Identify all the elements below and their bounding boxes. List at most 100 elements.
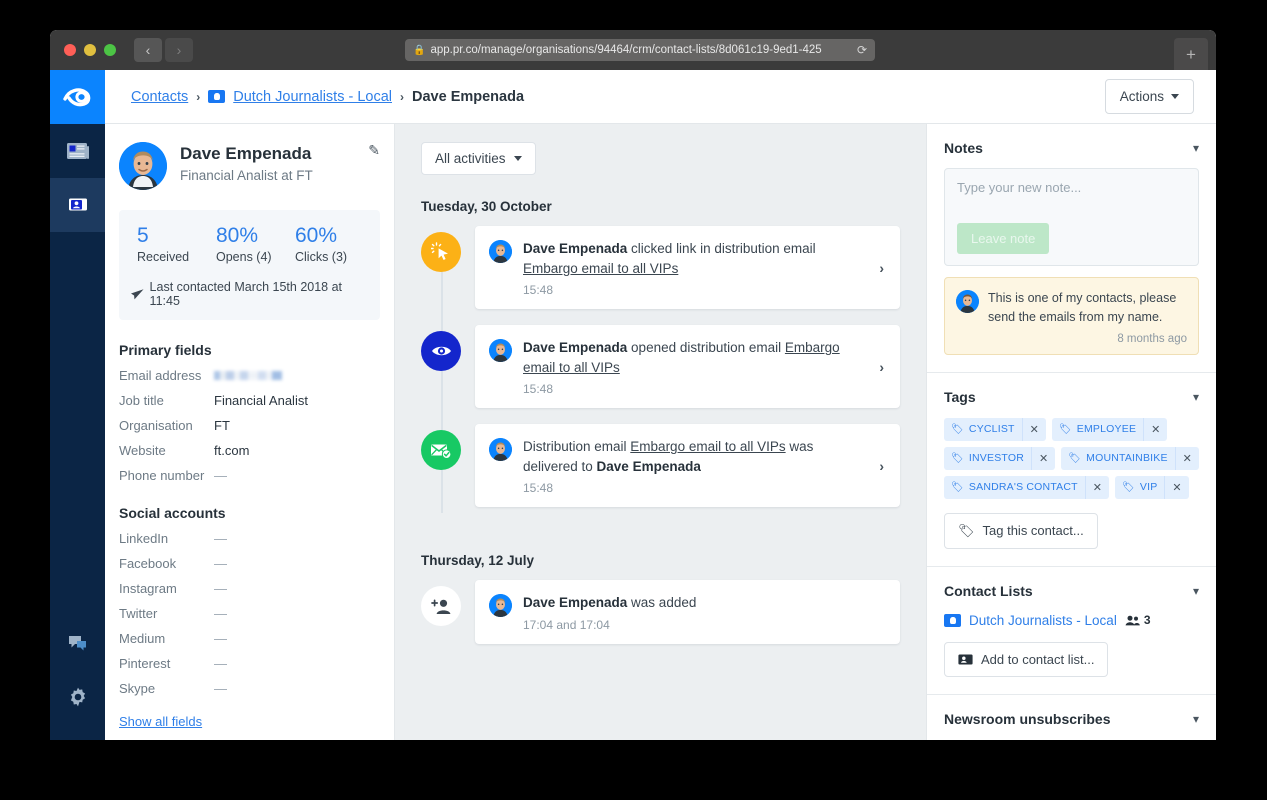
activity-body: Dave Empenada clicked link in distributi… [523,239,868,297]
notes-panel-header[interactable]: Notes ▾ [944,140,1199,156]
sidebar-item-newsroom[interactable] [50,124,105,178]
field-value: ft.com [214,443,249,458]
close-icon[interactable]: ✕ [1164,476,1188,499]
tag-chip[interactable]: 🏷CYCLIST ✕ [944,418,1046,441]
field-label: Skype [119,681,214,696]
tag-chip[interactable]: 🏷MOUNTAINBIKE ✕ [1061,447,1199,470]
click-cursor-icon [421,232,461,272]
activity-card[interactable]: Dave Empenada was added 17:04 and 17:04 [475,580,900,644]
close-icon[interactable]: ✕ [1175,447,1199,470]
breadcrumb-list-link[interactable]: Dutch Journalists - Local [233,89,392,105]
close-icon[interactable]: ✕ [1143,418,1167,441]
newspaper-icon [66,141,90,161]
chevron-down-icon[interactable]: ▾ [1193,390,1199,404]
field-website: Website ft.com [105,443,394,458]
last-contacted: Last contacted March 15th 2018 at 11:45 [131,280,368,308]
activity-card[interactable]: Dave Empenada opened distribution email … [475,325,900,408]
tag-chip[interactable]: 🏷 EMPLOYEE ✕ [1052,418,1168,441]
show-all-fields-link[interactable]: Show all fields [119,714,202,729]
pencil-icon[interactable]: ✎ [368,142,380,159]
tag-text: SANDRA'S CONTACT [969,481,1078,493]
maximize-window-button[interactable] [104,44,116,56]
field-label: LinkedIn [119,531,214,546]
note-compose-area[interactable]: Type your new note... Leave note [944,168,1199,266]
leave-note-button[interactable]: Leave note [957,223,1049,254]
contact-list-icon [944,614,961,627]
reload-icon[interactable]: ⟳ [857,43,867,57]
field-label: Pinterest [119,656,214,671]
chevron-right-icon[interactable]: › [879,458,884,474]
actions-button-label: Actions [1120,89,1164,104]
tag-chip[interactable]: 🏷INVESTOR ✕ [944,447,1055,470]
tag-text: EMPLOYEE [1077,423,1136,435]
contact-list-link[interactable]: Dutch Journalists - Local [969,613,1117,628]
chevron-down-icon[interactable]: ▾ [1193,141,1199,155]
add-to-contact-list-button[interactable]: Add to contact list... [944,642,1108,677]
sidebar-item-contacts[interactable] [50,178,105,232]
activity-timeline: Tuesday, 30 October [421,199,900,644]
close-window-button[interactable] [64,44,76,56]
forward-arrow-icon[interactable]: › [165,38,193,62]
avatar [489,240,512,263]
contact-lists-panel-header[interactable]: Contact Lists ▾ [944,583,1199,599]
tag-chip[interactable]: 🏷VIP ✕ [1115,476,1189,499]
field-job-title: Job title Financial Analist [105,393,394,408]
tag-icon: 🏷 [1059,424,1072,435]
activity-email-link[interactable]: Embargo email to all VIPs [523,261,678,276]
tag-this-contact-button[interactable]: 🏷 Tag this contact... [944,513,1098,549]
actions-button[interactable]: Actions [1105,79,1194,114]
new-tab-button[interactable]: + [1174,38,1208,70]
tag-this-contact-label: Tag this contact... [983,523,1084,538]
close-icon[interactable]: ✕ [1022,418,1046,441]
last-contacted-text: Last contacted March 15th 2018 at 11:45 [150,280,368,308]
activity-item[interactable]: Distribution email Embargo email to all … [421,424,900,507]
activity-item[interactable]: Dave Empenada clicked link in distributi… [421,226,900,309]
field-label: Facebook [119,556,214,571]
chevron-down-icon[interactable]: ▾ [1193,712,1199,726]
field-organisation: Organisation FT [105,418,394,433]
close-icon[interactable]: ✕ [1031,447,1055,470]
note-entry: This is one of my contacts, please send … [944,277,1199,355]
nav-rail [50,70,105,740]
activity-verb: was added [627,595,696,610]
tags-panel-header[interactable]: Tags ▾ [944,389,1199,405]
contact-lists-panel: Contact Lists ▾ Dutch Journalists - Loca… [927,567,1216,695]
field-value: FT [214,418,230,433]
activity-item[interactable]: Dave Empenada opened distribution email … [421,325,900,408]
stat-opens: 80% Opens (4) [210,224,289,264]
activity-item[interactable]: Dave Empenada was added 17:04 and 17:04 [421,580,900,644]
tag-text: VIP [1140,481,1158,493]
activity-group: Dave Empenada clicked link in distributi… [421,226,900,507]
sidebar-item-settings[interactable] [50,670,105,724]
prco-logo-icon[interactable] [50,70,105,124]
close-icon[interactable]: ✕ [1085,476,1109,499]
envelope-check-icon [421,430,461,470]
activity-filter-label: All activities [435,151,506,166]
back-arrow-icon[interactable]: ‹ [134,38,162,62]
activity-card[interactable]: Distribution email Embargo email to all … [475,424,900,507]
page-header: Contacts › Dutch Journalists - Local › D… [105,70,1216,124]
tag-text: MOUNTAINBIKE [1086,452,1168,464]
tag-text: CYCLIST [969,423,1015,435]
contact-subtitle: Financial Analist at FT [180,168,313,183]
activity-card[interactable]: Dave Empenada clicked link in distributi… [475,226,900,309]
chevron-right-icon[interactable]: › [879,260,884,276]
add-to-contact-list-label: Add to contact list... [981,652,1094,667]
activity-date-heading: Tuesday, 30 October [421,199,900,214]
chevron-down-icon[interactable]: ▾ [1193,584,1199,598]
avatar [489,438,512,461]
url-text: app.pr.co/manage/organisations/94464/crm… [430,44,850,56]
avatar [489,339,512,362]
breadcrumb-contacts-link[interactable]: Contacts [131,89,188,105]
field-instagram: Instagram — [105,581,394,596]
tag-chip[interactable]: 🏷SANDRA'S CONTACT ✕ [944,476,1109,499]
activity-filter-dropdown[interactable]: All activities [421,142,536,175]
newsroom-unsubscribes-header[interactable]: Newsroom unsubscribes ▾ [944,711,1199,727]
minimize-window-button[interactable] [84,44,96,56]
activity-email-link[interactable]: Embargo email to all VIPs [630,439,785,454]
address-bar[interactable]: 🔒 app.pr.co/manage/organisations/94464/c… [405,39,875,61]
side-panels-column: Notes ▾ Type your new note... Leave note [926,124,1216,740]
sidebar-item-messages[interactable] [50,616,105,670]
note-input-placeholder: Type your new note... [957,180,1187,195]
chevron-right-icon[interactable]: › [879,359,884,375]
